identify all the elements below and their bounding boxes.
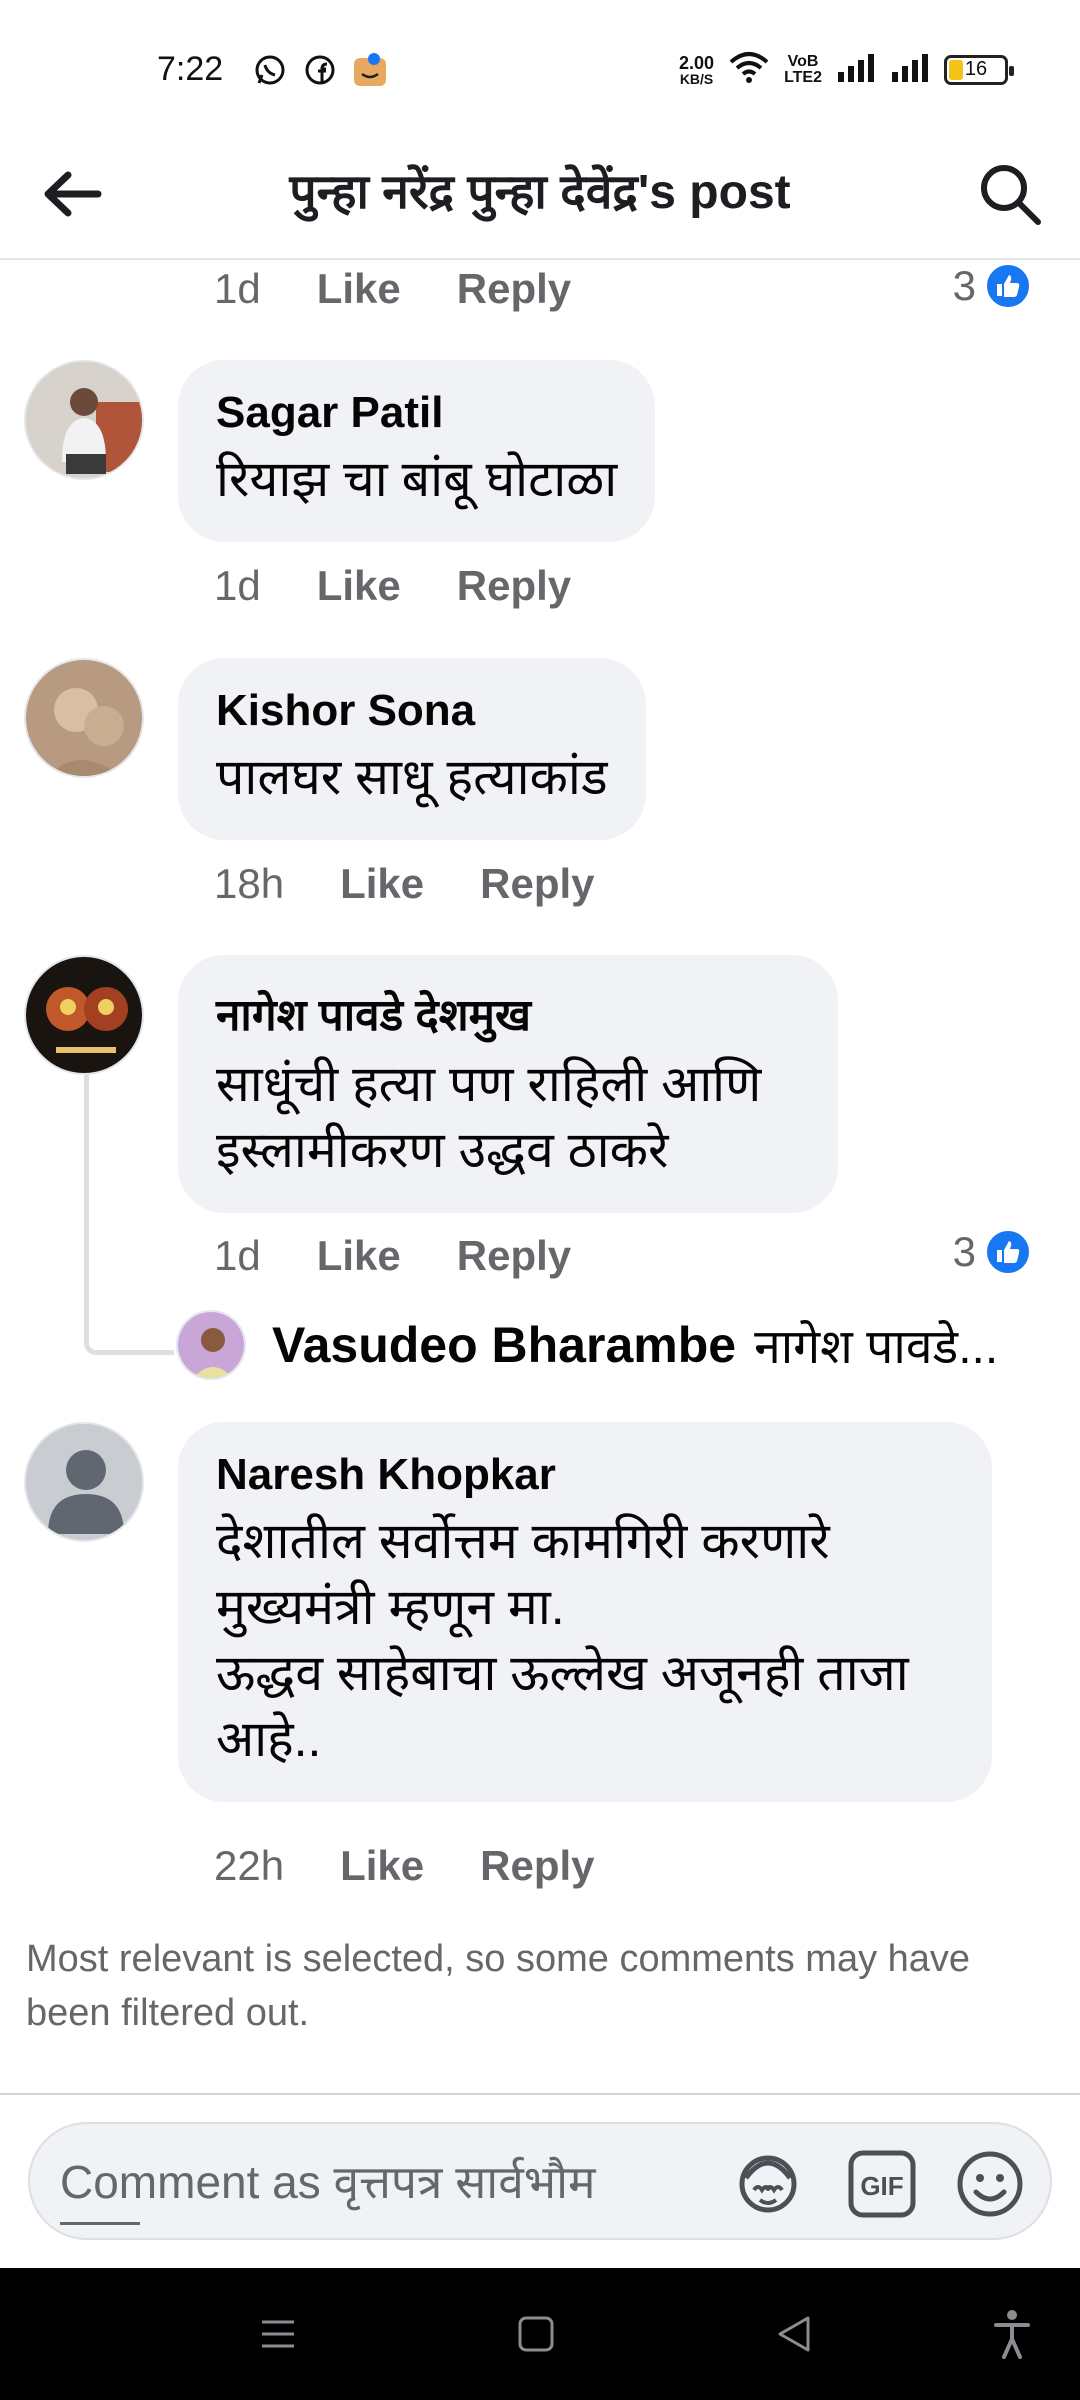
like-button[interactable]: Like	[340, 1842, 424, 1890]
reply-button[interactable]: Reply	[480, 1842, 594, 1890]
avatar[interactable]	[24, 1422, 144, 1542]
reply-button[interactable]: Reply	[480, 860, 594, 908]
comment-meta-row: 1d Like Reply	[214, 1232, 571, 1280]
comment-author[interactable]: Naresh Khopkar	[216, 1450, 954, 1500]
like-button[interactable]: Like	[340, 860, 424, 908]
reply-thread-line	[84, 1075, 174, 1355]
search-icon	[981, 165, 1041, 225]
comment-time: 1d	[214, 265, 261, 312]
comment-input[interactable]	[60, 2142, 700, 2222]
comment-bubble[interactable]: Sagar Patil रियाझ चा बांबू घोटाळा	[178, 360, 656, 542]
comment-text-line: साधूंची हत्या पण राहिली आणि	[216, 1056, 762, 1112]
facebook-icon	[302, 52, 338, 88]
accessibility-icon[interactable]	[980, 2302, 1044, 2366]
avatar[interactable]	[24, 955, 144, 1075]
search-button[interactable]	[970, 154, 1050, 234]
filter-note: Most relevant is selected, so some comme…	[26, 1938, 971, 2034]
reaction-count[interactable]: 3	[953, 262, 1032, 310]
comment-composer: GIF	[28, 2122, 1052, 2240]
volte-top: VoB	[787, 52, 819, 70]
comment-bubble[interactable]: नागेश पावडे देशमुख साधूंची हत्या पण राहि…	[178, 955, 838, 1213]
comment-text: रियाझ चा बांबू घोटाळा	[216, 451, 618, 507]
signal-icon	[836, 52, 876, 87]
default-user-icon	[26, 1424, 142, 1540]
status-time: 7:22	[157, 50, 224, 88]
comment-time: 1d	[214, 1232, 261, 1279]
svg-text:GIF: GIF	[860, 2171, 903, 2201]
comment-meta-row: 1d Like Reply	[214, 265, 571, 313]
signal-icon	[890, 52, 930, 87]
like-button[interactable]: Like	[317, 562, 401, 610]
back-triangle-icon[interactable]	[762, 2302, 826, 2366]
system-nav-bar	[0, 2268, 1080, 2400]
comment-time: 1d	[214, 562, 261, 609]
whatsapp-icon	[252, 52, 288, 88]
comment-author[interactable]: Kishor Sona	[216, 686, 608, 736]
battery-level: 16	[964, 58, 988, 80]
reaction-number: 3	[952, 1228, 976, 1275]
comment-meta-row: 1d Like Reply	[214, 562, 571, 610]
home-square-icon[interactable]	[504, 2302, 568, 2366]
menu-icon[interactable]	[246, 2302, 310, 2366]
app-icon	[352, 52, 388, 88]
emoji-icon[interactable]	[952, 2146, 1028, 2222]
comment-time: 22h	[214, 1842, 285, 1889]
comment-bubble[interactable]: Kishor Sona पालघर साधू हत्याकांड	[178, 658, 646, 840]
thumbs-up-icon	[984, 1228, 1032, 1276]
network-speed-unit: KB/S	[679, 70, 714, 87]
comment-text: पालघर साधू हत्याकांड	[216, 749, 608, 805]
divider	[0, 2093, 1080, 2095]
comment-text-line: देशातील सर्वोत्तम कामगिरी करणारे	[216, 1513, 830, 1569]
reply-preview[interactable]: Vasudeo Bharambe नागेश पावडे...	[176, 1310, 1056, 1380]
gif-icon[interactable]: GIF	[844, 2146, 920, 2222]
avatar[interactable]	[176, 1310, 246, 1380]
status-system-icons: 2.00 KB/S VoB LTE2 16	[679, 50, 1014, 89]
wifi-icon	[728, 50, 770, 89]
reply-text: नागेश पावडे...	[754, 1320, 999, 1374]
avatar[interactable]	[24, 658, 144, 778]
post-header: पुन्हा नरेंद्र पुन्हा देवेंद्र's post	[0, 130, 1080, 260]
status-notification-icons	[252, 52, 388, 88]
comment-author[interactable]: Sagar Patil	[216, 388, 617, 438]
avatar-sticker-icon[interactable]	[730, 2146, 806, 2222]
comment-bubble[interactable]: Naresh Khopkar देशातील सर्वोत्तम कामगिरी…	[178, 1422, 992, 1802]
page-title: पुन्हा नरेंद्र पुन्हा देवेंद्र's post	[289, 166, 791, 219]
comment-meta-row: 22h Like Reply	[214, 1842, 595, 1890]
reaction-number: 3	[952, 262, 976, 309]
thumbs-up-icon	[984, 262, 1032, 310]
reaction-count[interactable]: 3	[953, 1228, 1032, 1276]
avatar[interactable]	[24, 360, 144, 480]
comment-time: 18h	[214, 860, 285, 907]
volte-indicator: VoB LTE2	[784, 52, 822, 86]
comment-text-line: ऊद्धव साहेबाचा ऊल्लेख अजूनही ताजा	[216, 1645, 909, 1701]
reply-button[interactable]: Reply	[457, 562, 571, 610]
battery-icon: 16	[944, 54, 1014, 85]
input-underline	[60, 2222, 140, 2225]
comment-meta-row: 18h Like Reply	[214, 860, 595, 908]
like-button[interactable]: Like	[317, 1232, 401, 1280]
reply-button[interactable]: Reply	[457, 265, 571, 313]
comment-text-line: इस्लामीकरण उद्धव ठाकरे	[216, 1122, 669, 1178]
comment-text-line: मुख्यमंत्री म्हणून मा.	[216, 1579, 565, 1635]
like-button[interactable]: Like	[317, 265, 401, 313]
reply-button[interactable]: Reply	[457, 1232, 571, 1280]
reply-author[interactable]: Vasudeo Bharambe	[272, 1316, 736, 1374]
volte-bottom: LTE2	[784, 68, 822, 86]
comment-author[interactable]: नागेश पावडे देशमुख	[216, 983, 800, 1043]
network-speed: 2.00 KB/S	[679, 54, 714, 86]
comment-text-line: आहे..	[216, 1711, 322, 1767]
network-speed-value: 2.00	[679, 52, 715, 73]
status-bar: 7:22 2.00 KB/S VoB LTE2 16	[0, 0, 1080, 130]
